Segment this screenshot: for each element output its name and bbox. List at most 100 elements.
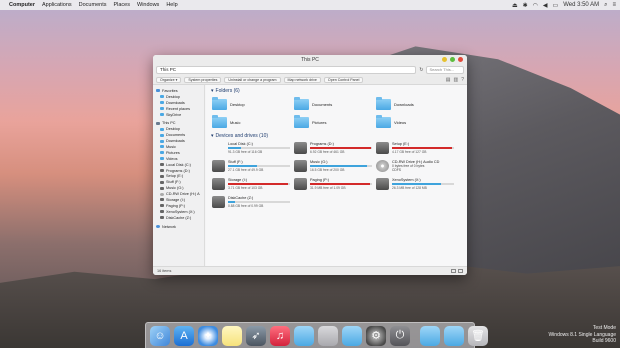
sidebar-thispc-label: This PC <box>162 121 176 126</box>
drive-d[interactable]: Programs (D:) 6.92 GB free of 461 GB <box>294 142 372 157</box>
sidebar-network[interactable]: Network <box>153 224 204 230</box>
menu-places[interactable]: Places <box>113 2 130 8</box>
hard-drive-icon <box>212 196 225 208</box>
menu-help[interactable]: Help <box>166 2 177 8</box>
drive-name: XenoSystem (X:) <box>392 178 421 182</box>
folder-icon[interactable] <box>420 325 440 346</box>
bluetooth-icon[interactable]: ✱ <box>523 2 528 9</box>
drive-f[interactable]: Stuff (F:) 27.1 GB free of 49.9 GB <box>212 160 290 175</box>
trash-icon[interactable]: 🗑 <box>468 325 488 346</box>
collapse-icon: ▾ <box>211 88 214 94</box>
drive-h[interactable]: CD-RW Drive (H:) Audio CD 0 bytes free of… <box>376 160 454 175</box>
sidebar-item-label: SkyDrive <box>166 112 182 117</box>
address-field[interactable]: This PC <box>156 66 417 74</box>
usage-bar-fill <box>392 147 453 150</box>
tiles-view-icon[interactable] <box>458 269 463 273</box>
sidebar-network-label: Network <box>162 224 176 229</box>
maximize-icon[interactable] <box>450 57 455 62</box>
folder-music[interactable]: Music <box>212 115 240 128</box>
drive-e[interactable]: Setup (E:) 4.17 GB free of 127 GB <box>376 142 454 157</box>
wifi-icon[interactable]: ◠ <box>533 2 538 9</box>
sidebar-item-label: Stuff (F:) <box>166 180 181 185</box>
drive-c[interactable]: Local Disk (C:) 91.3 GB free of 116 GB <box>212 142 290 157</box>
folder-desktop[interactable]: Desktop <box>212 97 245 110</box>
folder-label: Downloads <box>394 102 414 107</box>
drive-name: Stuff (F:) <box>228 160 243 164</box>
sidebar-item-label: Desktop <box>166 127 180 132</box>
drive-free: 4.17 GB free of 127 GB <box>392 150 427 155</box>
system-preferences-icon[interactable]: ⚙ <box>366 325 386 346</box>
folder-icon[interactable] <box>294 325 314 346</box>
itunes-icon[interactable]: ♫ <box>270 325 290 346</box>
folder-pictures[interactable]: Pictures <box>294 115 326 128</box>
clock-text[interactable]: Wed 3:50 AM <box>563 2 599 8</box>
list-icon[interactable]: ≡ <box>612 2 616 8</box>
help-icon[interactable]: ? <box>461 77 464 83</box>
cloud-icon <box>160 113 164 116</box>
cd-icon <box>376 160 389 172</box>
sidebar-item-label: Downloads <box>166 100 185 105</box>
volume-icon[interactable]: ◀ <box>543 2 548 9</box>
folder-icon[interactable] <box>444 325 464 346</box>
usage-bar <box>228 165 290 168</box>
preview-pane-icon[interactable]: ▥ <box>453 77 458 83</box>
search-input[interactable]: Search This... <box>426 66 464 74</box>
close-icon[interactable] <box>458 57 463 62</box>
organize-button[interactable]: Organize ▾ <box>156 77 182 83</box>
folder-icon[interactable] <box>342 325 362 346</box>
view-options-icon[interactable]: ▤ <box>446 77 451 83</box>
sidebar-item-label: Music (G:) <box>166 186 184 191</box>
folder-icon <box>212 115 227 128</box>
uninstall-button[interactable]: Uninstall or change a program <box>224 77 281 83</box>
drive-free: 26.3 MB free of 128 MB <box>392 186 427 191</box>
eject-icon[interactable]: ⏏ <box>512 2 518 9</box>
star-icon <box>156 89 160 93</box>
window-controls <box>442 57 463 62</box>
menu-applications[interactable]: Applications <box>42 2 72 8</box>
folder-icon <box>212 97 227 110</box>
drive-z[interactable]: DiskCache (Z:) 0.88 GB free of 0.99 GB <box>212 196 290 211</box>
drives-heading[interactable]: ▾ Devices and drives (10) <box>211 133 268 139</box>
network-icon <box>156 225 160 229</box>
usage-bar <box>310 147 372 150</box>
battery-icon[interactable]: ▭ <box>553 2 559 9</box>
minimize-icon[interactable] <box>442 57 447 62</box>
system-properties-button[interactable]: System properties <box>184 77 222 83</box>
status-bar: 16 items <box>153 266 467 275</box>
folder-icon <box>160 127 164 131</box>
drive-g[interactable]: Music (G:) 16.5 GB free of 200 GB <box>294 160 372 175</box>
title-bar[interactable]: This PC <box>153 55 467 64</box>
drive-icon <box>160 169 164 173</box>
details-view-icon[interactable] <box>451 269 456 273</box>
drive-icon <box>160 204 164 208</box>
folder-downloads[interactable]: Downloads <box>376 97 414 110</box>
computer-icon <box>156 121 160 125</box>
drive-free: 91.3 GB free of 116 GB <box>228 150 263 155</box>
control-panel-button[interactable]: Open Control Panel <box>323 77 364 83</box>
drive-p[interactable]: Paging (P:) 31.9 MB free of 1.09 GB <box>294 178 372 193</box>
menu-documents[interactable]: Documents <box>79 2 107 8</box>
folder-documents[interactable]: Documents <box>294 97 332 110</box>
menu-bar: Computer Applications Documents Places W… <box>0 0 620 10</box>
finder-icon[interactable]: ☺ <box>150 325 170 346</box>
folders-heading-label: Folders (6) <box>215 88 240 94</box>
usage-bar <box>228 201 290 204</box>
notes-icon[interactable] <box>222 325 242 346</box>
refresh-icon[interactable]: ↻ <box>419 67 423 73</box>
sidebar-item-label: Documents <box>166 133 186 138</box>
menu-computer[interactable]: Computer <box>9 2 35 8</box>
folder-videos[interactable]: Videos <box>376 115 406 128</box>
search-icon[interactable]: ⌕ <box>604 2 607 9</box>
usage-bar-fill <box>228 183 288 186</box>
app-store-icon[interactable]: A <box>174 325 194 346</box>
folders-heading[interactable]: ▾ Folders (6) <box>211 88 240 94</box>
menu-windows[interactable]: Windows <box>137 2 159 8</box>
system-icon[interactable] <box>318 325 338 346</box>
drive-free: 3.71 GB free of 103 GB <box>228 186 263 191</box>
launchpad-icon[interactable]: ➶ <box>246 325 266 346</box>
safari-icon[interactable]: ✦ <box>198 325 218 346</box>
drive-x[interactable]: XenoSystem (X:) 26.3 MB free of 128 MB <box>376 178 454 193</box>
drive-i[interactable]: Storage (I:) 3.71 GB free of 103 GB <box>212 178 290 193</box>
power-icon[interactable]: ⏻ <box>390 325 410 346</box>
map-drive-button[interactable]: Map network drive <box>283 77 321 83</box>
